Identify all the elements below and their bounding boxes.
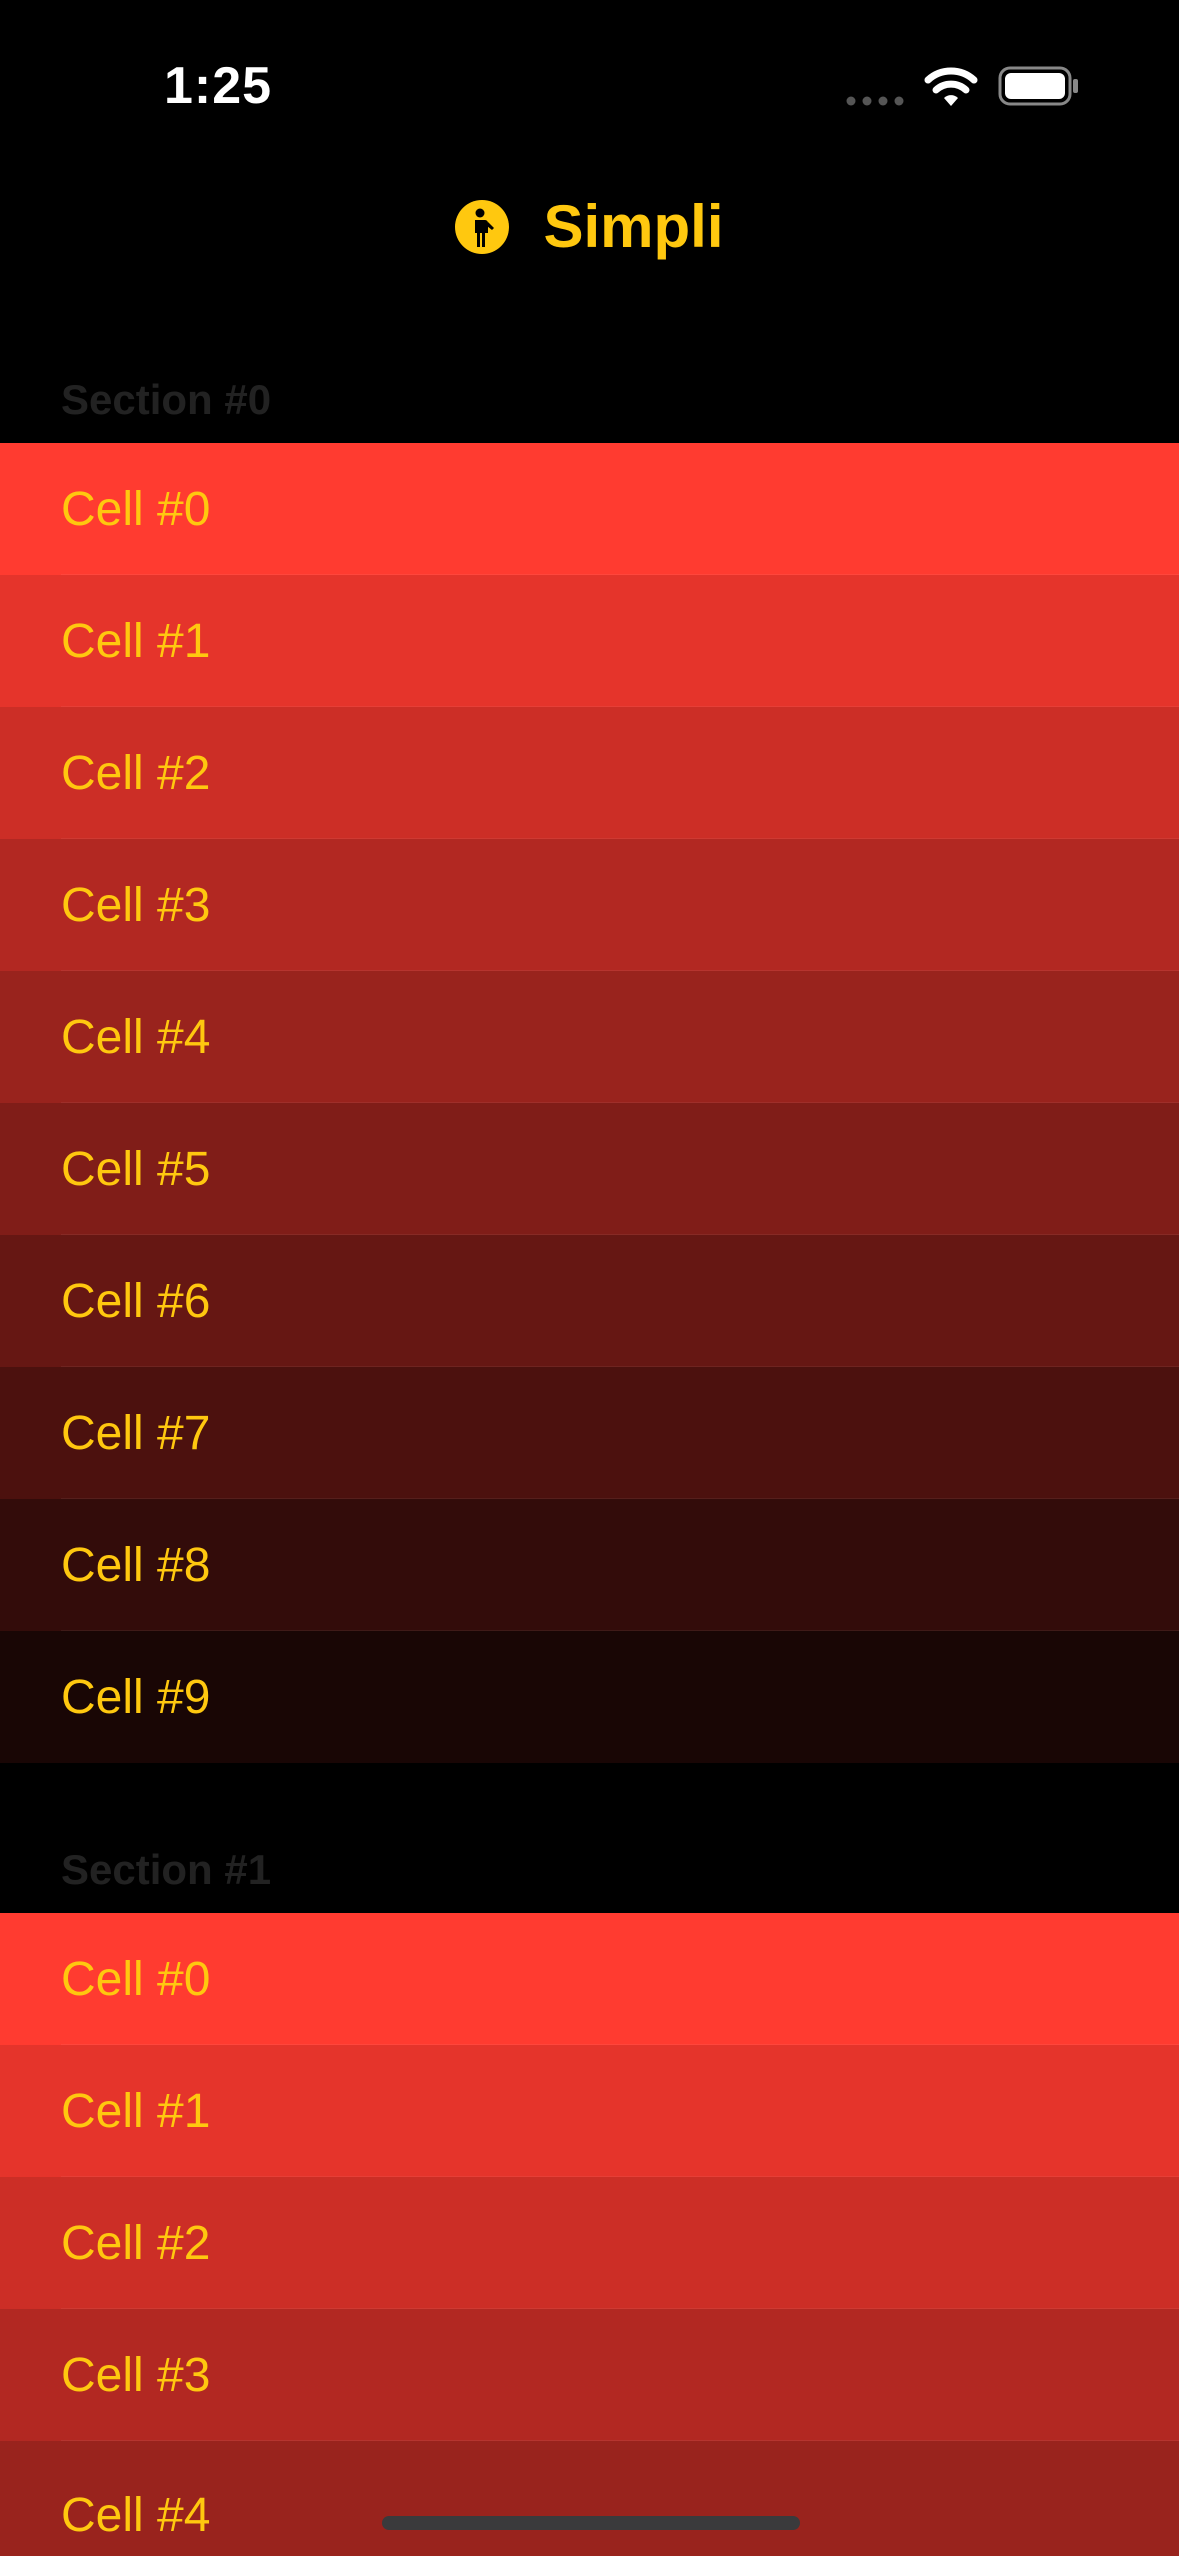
table-row[interactable]: Cell #5: [0, 1103, 1179, 1235]
cell-label: Cell #5: [61, 1142, 211, 1196]
cell-label: Cell #8: [61, 1538, 211, 1592]
table-row[interactable]: Cell #0: [0, 1913, 1179, 2045]
person-standing-circle-icon: [455, 199, 510, 254]
table-row[interactable]: Cell #0: [0, 443, 1179, 575]
status-bar: 1:25: [0, 0, 1179, 170]
home-indicator[interactable]: [382, 2516, 800, 2530]
table-row[interactable]: Cell #9: [0, 1631, 1179, 1763]
table-row[interactable]: Cell #1: [0, 2045, 1179, 2177]
cell-label: Cell #3: [61, 878, 211, 932]
table-row[interactable]: Cell #4: [0, 2441, 1179, 2556]
cell-label: Cell #6: [61, 1274, 211, 1328]
table-row[interactable]: Cell #8: [0, 1499, 1179, 1631]
status-time: 1:25: [164, 57, 273, 115]
cell-label: Cell #1: [61, 2084, 211, 2138]
cell-label: Cell #3: [61, 2348, 211, 2402]
table-row[interactable]: Cell #2: [0, 707, 1179, 839]
cell-label: Cell #1: [61, 614, 211, 668]
nav-title-group: Simpli: [0, 192, 1179, 261]
section-header: Section #0: [61, 376, 272, 423]
cell-label: Cell #7: [61, 1406, 211, 1460]
nav-title: Simpli: [543, 193, 724, 260]
table-row[interactable]: Cell #1: [0, 575, 1179, 707]
table-row[interactable]: Cell #4: [0, 971, 1179, 1103]
table-row[interactable]: Cell #2: [0, 2177, 1179, 2309]
section-header: Section #1: [61, 1846, 272, 1893]
cell-label: Cell #0: [61, 1952, 211, 2006]
table-row[interactable]: Cell #3: [0, 2309, 1179, 2441]
wifi-icon: [924, 67, 978, 106]
cell-label: Cell #0: [61, 482, 211, 536]
cell-label: Cell #4: [61, 2489, 211, 2542]
table-row[interactable]: Cell #6: [0, 1235, 1179, 1367]
navigation-bar: Simpli: [0, 170, 1179, 286]
battery-icon: [998, 66, 1078, 106]
cell-label: Cell #2: [61, 746, 211, 800]
cell-label: Cell #2: [61, 2216, 211, 2270]
table-row[interactable]: Cell #3: [0, 839, 1179, 971]
cell-label: Cell #9: [61, 1670, 211, 1724]
signal-dots-icon: [846, 96, 904, 106]
cell-label: Cell #4: [61, 1010, 211, 1064]
table-row[interactable]: Cell #7: [0, 1367, 1179, 1499]
